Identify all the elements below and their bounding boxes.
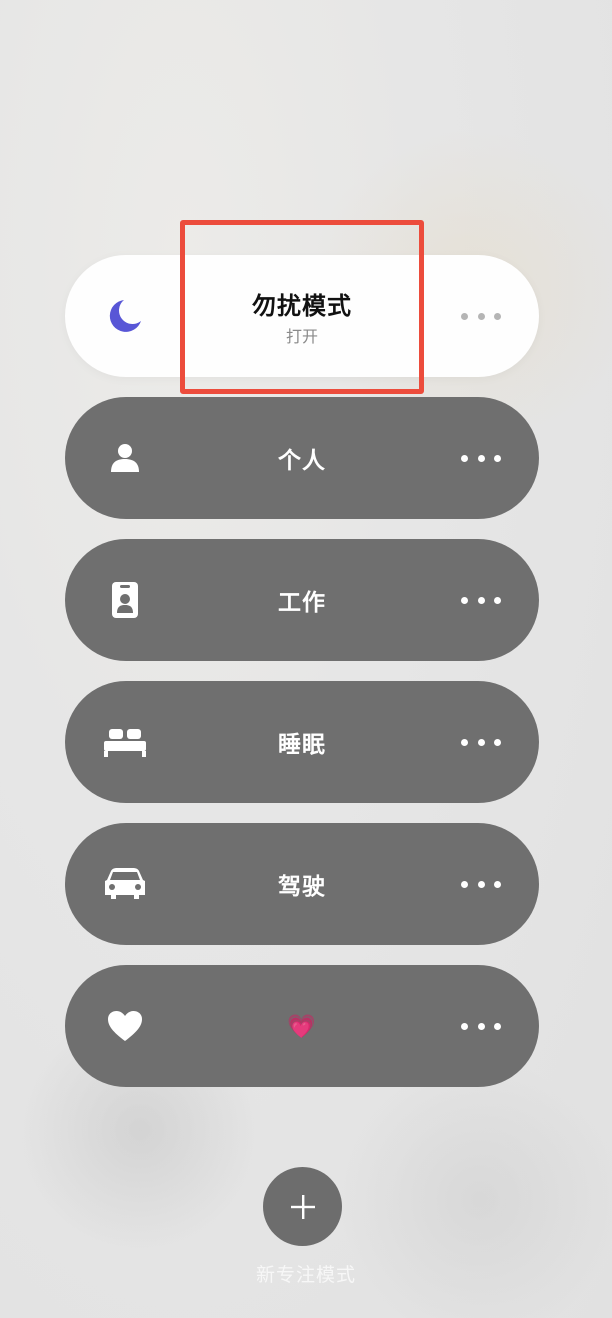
focus-mode-list: 勿扰模式 打开 个人 工作 睡眠 驾驶 💗	[65, 255, 539, 1107]
focus-row-custom-heart[interactable]: 💗	[65, 965, 539, 1087]
focus-row-personal[interactable]: 个人	[65, 397, 539, 519]
new-focus-button[interactable]	[263, 1167, 342, 1246]
focus-title: 💗	[287, 1013, 317, 1040]
focus-title: 睡眠	[278, 732, 326, 758]
car-icon	[103, 862, 147, 906]
more-options-icon[interactable]	[461, 872, 501, 896]
more-options-icon[interactable]	[461, 730, 501, 754]
more-options-icon[interactable]	[461, 304, 501, 328]
focus-row-driving[interactable]: 驾驶	[65, 823, 539, 945]
id-badge-icon	[103, 578, 147, 622]
focus-row-work[interactable]: 工作	[65, 539, 539, 661]
plus-icon	[290, 1194, 315, 1219]
person-icon	[103, 436, 147, 480]
focus-row-do-not-disturb[interactable]: 勿扰模式 打开	[65, 255, 539, 377]
more-options-icon[interactable]	[461, 1014, 501, 1038]
more-options-icon[interactable]	[461, 446, 501, 470]
focus-title: 个人	[278, 448, 326, 474]
moon-icon	[103, 294, 147, 338]
focus-status: 打开	[285, 326, 318, 346]
focus-title: 驾驶	[278, 874, 326, 900]
focus-row-sleep[interactable]: 睡眠	[65, 681, 539, 803]
new-focus-label[interactable]: 新专注模式	[0, 1260, 612, 1287]
bed-icon	[103, 720, 147, 764]
focus-title: 工作	[278, 590, 326, 616]
more-options-icon[interactable]	[461, 588, 501, 612]
heart-icon	[103, 1004, 147, 1048]
focus-title: 勿扰模式	[252, 291, 352, 320]
